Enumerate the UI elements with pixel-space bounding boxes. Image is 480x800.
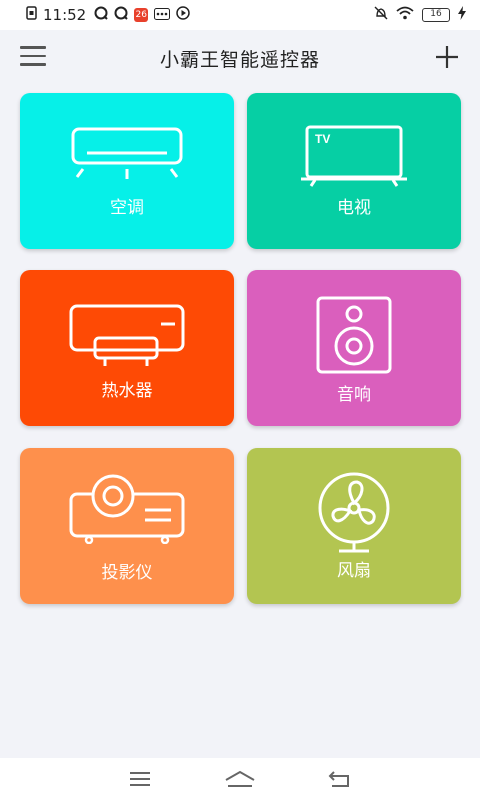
card-icon-wrap	[20, 302, 234, 368]
home-icon	[225, 770, 255, 787]
fan-icon	[318, 472, 390, 553]
device-card-water-heater[interactable]: 热水器	[20, 270, 234, 426]
device-label: 风扇	[337, 561, 371, 581]
plus-icon	[436, 46, 458, 68]
air-conditioner-icon	[71, 127, 183, 179]
device-label: 热水器	[101, 381, 153, 401]
menu-icon-line	[20, 63, 46, 66]
tv-icon: TV	[301, 125, 407, 187]
add-device-button[interactable]	[434, 44, 460, 70]
navigation-bar	[0, 758, 480, 800]
menu-button[interactable]	[20, 46, 48, 68]
title-bar: 小霸王智能遥控器	[0, 30, 480, 86]
card-icon-wrap	[247, 470, 461, 554]
nav-home-button[interactable]	[222, 764, 258, 794]
chat-bubble-icon	[114, 6, 128, 24]
device-label: 电视	[337, 198, 371, 218]
do-not-disturb-icon	[374, 6, 388, 24]
battery-icon: 16	[422, 8, 450, 22]
menu-icon-line	[20, 54, 46, 57]
menu-icon	[20, 46, 46, 49]
device-label: 音响	[337, 385, 371, 405]
menu-icon	[130, 772, 150, 786]
back-icon	[328, 771, 349, 787]
play-icon	[176, 6, 190, 24]
device-card-fan[interactable]: 风扇	[247, 448, 461, 604]
device-card-speaker[interactable]: 音响	[247, 270, 461, 426]
card-icon-wrap	[20, 125, 234, 185]
page-title: 小霸王智能遥控器	[159, 48, 320, 71]
card-icon-wrap	[20, 472, 234, 544]
chat-bubble-icon	[94, 6, 108, 24]
status-time: 11:52	[43, 6, 87, 24]
ellipsis-icon	[154, 6, 171, 24]
device-card-tv[interactable]: TV 电视	[247, 93, 461, 249]
charging-icon	[458, 6, 466, 24]
card-icon-wrap	[247, 294, 461, 376]
status-right: 16	[374, 6, 466, 24]
wifi-icon	[396, 6, 414, 24]
speaker-icon	[316, 296, 392, 374]
screen: 11:52 26 16 小霸王智能遥控器 空调 TV 电视 热水器 音响 投影仪…	[0, 0, 480, 800]
device-label: 投影仪	[101, 563, 153, 583]
card-icon-wrap: TV	[247, 123, 461, 187]
device-card-air-conditioner[interactable]: 空调	[20, 93, 234, 249]
nav-back-button[interactable]	[322, 764, 358, 794]
status-left: 11:52 26	[26, 6, 190, 24]
sim-card-icon	[26, 6, 37, 24]
projector-icon	[69, 474, 185, 544]
device-label: 空调	[110, 198, 144, 218]
status-bar: 11:52 26 16	[0, 0, 480, 30]
water-heater-icon	[69, 304, 185, 366]
notification-badge-icon: 26	[134, 8, 149, 22]
nav-menu-button[interactable]	[122, 764, 158, 794]
tv-icon-text: TV	[315, 132, 330, 146]
device-card-projector[interactable]: 投影仪	[20, 448, 234, 604]
